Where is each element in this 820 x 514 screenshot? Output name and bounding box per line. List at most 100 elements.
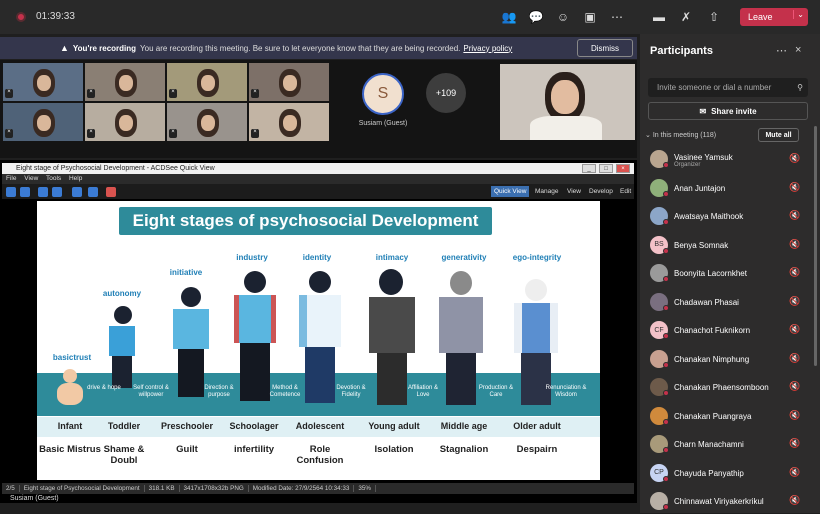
slide-image: Eight stages of psychosocial Development…: [37, 201, 600, 480]
participant-row[interactable]: Chanakan Phaensomboon 🔇: [648, 376, 813, 400]
dismiss-button[interactable]: Dismiss: [577, 39, 633, 57]
close-icon[interactable]: ×: [616, 164, 630, 173]
delete-icon[interactable]: [106, 187, 116, 197]
mic-off-icon[interactable]: 🔇: [789, 353, 800, 364]
mic-off-icon: ×: [5, 89, 13, 98]
minimize-icon[interactable]: _: [582, 164, 596, 173]
mute-all-button[interactable]: Mute all: [758, 128, 799, 142]
tab-develop[interactable]: Develop: [586, 186, 616, 197]
avatar[interactable]: S: [362, 73, 404, 115]
share-invite-label: Share invite: [711, 106, 757, 116]
participant-row[interactable]: BS Benya Somnak 🔇: [648, 234, 813, 258]
close-icon[interactable]: ×: [795, 44, 801, 56]
virtue-band-label: Renunciation & Wisdom: [545, 385, 587, 398]
presence-icon: [663, 276, 669, 282]
virtue-label: intimacy: [375, 253, 409, 262]
menu-view[interactable]: View: [24, 175, 38, 182]
video-tile[interactable]: ×: [167, 103, 247, 141]
participant-row[interactable]: Chanakan Puangraya 🔇: [648, 405, 813, 429]
share-invite-button[interactable]: ✉ Share invite: [648, 102, 808, 120]
share-icon: ✉: [699, 106, 707, 116]
participant-row[interactable]: Charn Manachamni 🔇: [648, 433, 813, 457]
presence-icon: [663, 390, 669, 396]
video-tile[interactable]: ×: [167, 63, 247, 101]
leave-button[interactable]: Leave ⌄: [740, 8, 808, 26]
age-label: Preschooler: [160, 421, 214, 431]
participant-row[interactable]: Chinnawat Viriyakerkrikul 🔇: [648, 490, 813, 514]
mic-off-icon[interactable]: 🔇: [789, 467, 800, 478]
video-tile[interactable]: ×: [85, 63, 165, 101]
virtue-band-label: Direction & purpose: [204, 385, 234, 398]
camera-icon[interactable]: ▬: [650, 8, 668, 26]
status-filename: Eight stage of Psychosocial Development: [19, 485, 145, 492]
video-tile[interactable]: ×: [3, 63, 83, 101]
share-icon[interactable]: ⇧: [705, 8, 723, 26]
presence-icon: [663, 447, 669, 453]
mic-off-icon[interactable]: 🔇: [789, 182, 800, 193]
virtue-band-label: Affiliation & Love: [408, 385, 438, 398]
meeting-toolbar: [0, 0, 820, 34]
mic-off-icon[interactable]: 🔇: [789, 324, 800, 335]
rotate-right-icon[interactable]: [52, 187, 62, 197]
more-participants-button[interactable]: +109: [426, 73, 466, 113]
mic-off-icon[interactable]: 🔇: [789, 410, 800, 421]
mic-off-icon[interactable]: 🔇: [789, 239, 800, 250]
participant-row[interactable]: Vasinee Yamsuk Organizer 🔇: [648, 148, 813, 172]
privacy-policy-link[interactable]: Privacy policy: [463, 44, 512, 53]
tab-quick-view[interactable]: Quick View: [491, 186, 530, 197]
participant-row[interactable]: Anan Juntajon 🔇: [648, 177, 813, 201]
scrollbar[interactable]: [814, 126, 817, 366]
back-icon[interactable]: [6, 187, 16, 197]
more-icon[interactable]: ⋯: [608, 8, 626, 26]
participant-row[interactable]: Awatsaya Maithook 🔇: [648, 205, 813, 229]
more-options-icon[interactable]: ⋯: [776, 44, 787, 57]
mic-off-icon[interactable]: 🔇: [789, 438, 800, 449]
presenter-video[interactable]: [500, 64, 635, 140]
mic-off-icon[interactable]: 🔇: [789, 296, 800, 307]
participant-name: Susiam (Guest): [358, 120, 408, 127]
people-icon[interactable]: 👥: [500, 8, 518, 26]
tab-manage[interactable]: Manage: [532, 186, 562, 197]
invite-input[interactable]: Invite someone or dial a number ⚲: [648, 78, 808, 97]
participant-row[interactable]: Chadawan Phasai 🔇: [648, 291, 813, 315]
mic-off-icon[interactable]: 🔇: [789, 210, 800, 221]
mic-off-icon[interactable]: ✗: [677, 8, 695, 26]
chevron-down-icon[interactable]: ⌄: [793, 10, 804, 19]
menu-file[interactable]: File: [6, 175, 16, 182]
reactions-icon[interactable]: ☺: [554, 8, 572, 26]
tab-view[interactable]: View: [564, 186, 584, 197]
virtue-band-label: Production & Care: [478, 385, 514, 398]
rooms-icon[interactable]: ▣: [581, 8, 599, 26]
mic-off-icon: ×: [251, 89, 259, 98]
video-tile[interactable]: ×: [85, 103, 165, 141]
participant-name: Charn Manachamni: [674, 440, 744, 449]
video-tile[interactable]: ×: [3, 103, 83, 141]
participant-row[interactable]: CF Chanachot Fuknikorn 🔇: [648, 319, 813, 343]
virtue-label: identity: [302, 253, 332, 262]
mic-off-icon[interactable]: 🔇: [789, 381, 800, 392]
tab-edit[interactable]: Edit: [617, 186, 634, 197]
menu-tools[interactable]: Tools: [46, 175, 61, 182]
zoom-out-icon[interactable]: [88, 187, 98, 197]
zoom-in-icon[interactable]: [72, 187, 82, 197]
participant-name: Awatsaya Maithook: [674, 212, 744, 221]
mic-off-icon[interactable]: 🔇: [789, 153, 800, 164]
participant-row[interactable]: CP Chayuda Panyathip 🔇: [648, 462, 813, 486]
mic-off-icon[interactable]: 🔇: [789, 267, 800, 278]
participant-name: Chinnawat Viriyakerkrikul: [674, 497, 764, 506]
in-meeting-header[interactable]: ⌄ In this meeting (118): [645, 131, 716, 139]
presence-icon: [663, 162, 669, 168]
virtue-band-label: Self control & willpower: [133, 385, 169, 398]
mic-off-icon[interactable]: 🔇: [789, 495, 800, 506]
chat-icon[interactable]: 💬: [527, 8, 545, 26]
maximize-icon[interactable]: □: [599, 164, 613, 173]
participant-row[interactable]: Chanakan Nimphung 🔇: [648, 348, 813, 372]
video-tile[interactable]: ×: [249, 63, 329, 101]
menu-help[interactable]: Help: [69, 175, 82, 182]
forward-icon[interactable]: [20, 187, 30, 197]
status-size: 318.1 KB: [144, 485, 180, 492]
participant-row[interactable]: Boonyita Lacornkhet 🔇: [648, 262, 813, 286]
video-tile[interactable]: ×: [249, 103, 329, 141]
virtue-band-label: Method & Cometence: [269, 385, 301, 398]
rotate-left-icon[interactable]: [38, 187, 48, 197]
